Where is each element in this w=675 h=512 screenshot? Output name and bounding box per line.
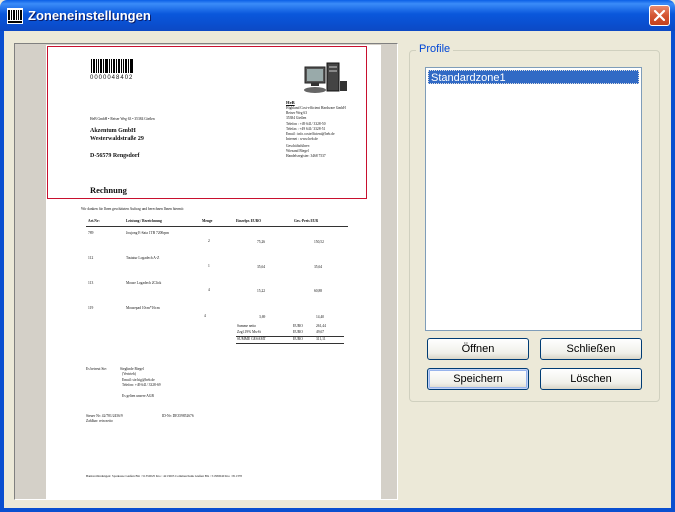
row-qty: 4 [208,288,210,292]
title-bar[interactable]: Zoneneinstellungen [0,0,675,31]
row-art: 119 [88,306,94,310]
window-border-right [671,31,675,512]
recipient-street: Westerwaldstraße 29 [90,136,144,142]
window-border-left [0,31,4,512]
contact-label: Es betreut Sie: [86,367,107,371]
bank-footer: Bankverbindungen: Sparkasse Gießen Blz :… [86,474,242,478]
total-value: 311,11 [316,337,326,341]
total-value: 261,44 [316,324,326,328]
totals-double-rule [236,343,344,344]
company-internet: Internet : www.heb.de [286,137,318,141]
profile-listbox[interactable]: Standardzone1 [425,67,642,331]
row-desc: Tastatur Logadech A-Z [126,256,160,260]
total-label: Summe netto [237,324,257,328]
col-header-unit: Einzelpr. EURO [236,219,262,223]
col-header-art: Art.Nr: [88,219,100,223]
profile-list-item[interactable]: Standardzone1 [428,70,639,84]
window-title: Zoneneinstellungen [28,8,151,23]
row-desc: Mouse Logadech 2Click [126,281,162,285]
agb-note: Es gelten unsere AGB [122,394,154,398]
row-unit: 75,26 [257,240,266,244]
open-button[interactable]: Öffnen [427,338,529,360]
total-label: Zzgl.19% MwSt [237,330,261,334]
company-register: Handelsregister: 3468 7537 [286,154,326,158]
row-unit: 15,22 [257,289,266,293]
barcode-graphic [91,59,133,73]
total-currency: EURO [293,330,303,334]
profile-group-label: Profile [416,43,454,55]
close-icon [653,9,666,22]
table-header-rule [86,226,348,227]
document-title: Rechnung [90,185,127,195]
col-header-total: Ges.-Preis EUR [294,219,319,223]
invoice-page: 0000048402 HeB Highland Cost-efficient H… [46,45,381,499]
total-currency: EURO [293,324,303,328]
col-header-desc: Leistung / Bezeichnung [126,219,162,223]
contact-role: (Vertrieb) [122,372,136,376]
window-border-bottom [0,508,675,512]
company-name: HeB [286,100,295,105]
col-header-qty: Menge [202,219,213,223]
barcode-window-icon [7,8,23,24]
total-value: 49,67 [316,330,325,334]
computer-logo-icon [304,62,347,93]
vat-id: ID-Nr: DE359852676 [162,414,194,418]
row-qty: 4 [204,314,206,318]
row-total: 35,64 [314,265,323,269]
row-desc: Mousepad 10cm*16cm [126,306,160,310]
total-label: SUMME GESAMT [237,337,266,341]
row-desc: Joujong E-Sata 1TB 7200rpm [126,231,170,235]
row-qty: 1 [208,264,210,268]
close-window-button[interactable] [649,5,670,26]
recipient-city: D-56579 Rengsdorf [90,153,140,159]
close-button[interactable]: Schließen [540,338,642,360]
row-unit: 35,64 [257,265,266,269]
company-city: 35384 Gießen [286,116,307,120]
save-button[interactable]: Speichern [427,368,529,390]
barcode-number: 0000048402 [90,75,134,81]
row-unit: 3,69 [259,315,266,319]
row-art: 789 [88,231,94,235]
delete-button[interactable]: Löschen [540,368,642,390]
row-art: 112 [88,256,94,260]
total-currency: EURO [293,337,303,341]
recipient-name: Akzentum GmbH [90,128,136,134]
row-art: 113 [88,281,94,285]
row-total: 150,52 [314,240,324,244]
invoice-intro: Wir danken für Ihren geschätzten Auftrag… [81,207,185,211]
sender-line: HeB GmbH • Reiser Weg 63 • 35384 Gießen [90,117,155,121]
row-total: 14,40 [316,315,325,319]
row-qty: 2 [208,239,210,243]
contact-phone: Telefon: +49 641/ 3328-69 [122,383,161,387]
payment-terms: Zahlbar: rein netto [86,419,113,423]
document-preview[interactable]: 0000048402 HeB Highland Cost-efficient H… [14,43,398,500]
row-total: 60,88 [314,289,323,293]
